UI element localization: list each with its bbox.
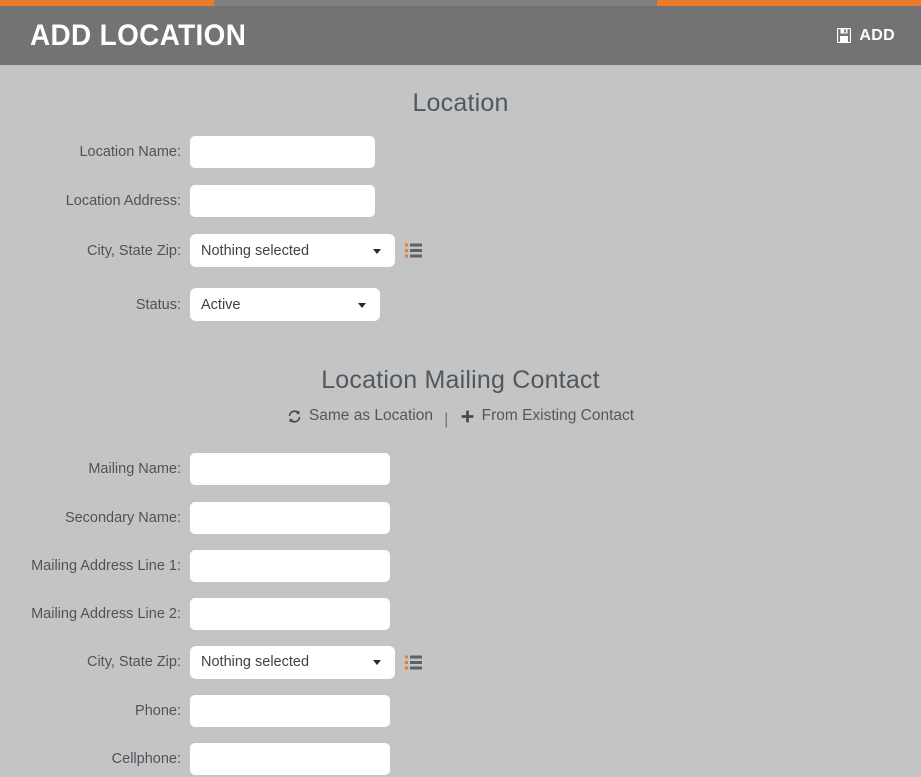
from-existing-contact-button[interactable]: From Existing Contact <box>460 407 634 425</box>
actions-separator: | <box>444 410 449 428</box>
location-status-label: Status: <box>135 296 181 313</box>
location-name-input[interactable] <box>190 136 375 168</box>
location-status-dropdown[interactable]: Active <box>190 288 380 321</box>
add-button[interactable]: ADD <box>837 27 895 45</box>
location-city-state-zip-dropdown[interactable]: Nothing selected <box>190 234 395 267</box>
from-existing-contact-label: From Existing Contact <box>481 407 635 424</box>
section-title-location: Location <box>412 89 509 117</box>
mailing-city-state-zip-dropdown[interactable]: Nothing selected <box>190 645 395 679</box>
form-content: Location Location Name: Location Address… <box>0 65 921 775</box>
location-form: Location Name: Location Address: City, S… <box>0 136 921 321</box>
mailing-zip-list-icon[interactable] <box>405 654 423 671</box>
page-header: ADD LOCATION ADD <box>0 6 921 65</box>
same-as-location-label: Same as Location <box>308 407 433 424</box>
field-row-mailing-address-line-1: Mailing Address Line 1: <box>0 549 921 582</box>
section-title-mailing-contact: Location Mailing Contact <box>321 366 600 394</box>
plus-icon <box>460 409 475 424</box>
mailing-address-line-1-label: Mailing Address Line 1: <box>31 557 181 574</box>
cellphone-input[interactable] <box>190 742 390 775</box>
field-row-location-city-state-zip: City, State Zip: Nothing selected <box>0 234 921 267</box>
cellphone-label: Cellphone: <box>111 750 181 767</box>
location-address-input[interactable] <box>190 185 375 217</box>
add-button-label: ADD <box>859 26 895 44</box>
secondary-name-input[interactable] <box>190 501 390 534</box>
same-as-location-button[interactable]: Same as Location <box>287 407 433 425</box>
phone-label: Phone: <box>135 702 181 719</box>
mailing-address-line-2-label: Mailing Address Line 2: <box>31 605 181 622</box>
progress-segment-right <box>657 0 921 6</box>
sync-icon <box>287 409 302 424</box>
location-address-label: Location Address: <box>65 193 181 209</box>
mailing-name-input[interactable] <box>190 452 390 485</box>
mailing-contact-form: Mailing Name: Secondary Name: Mailing Ad… <box>0 452 921 775</box>
chevron-down-icon <box>358 302 366 308</box>
location-city-state-zip-label: City, State Zip: <box>86 242 181 259</box>
save-floppy-icon <box>837 28 852 43</box>
field-row-location-address: Location Address: <box>0 185 921 217</box>
location-city-state-zip-value: Nothing selected <box>201 242 310 259</box>
field-row-location-status: Status: Active <box>0 288 921 321</box>
field-row-location-name: Location Name: <box>0 136 921 168</box>
field-row-phone: Phone: <box>0 694 921 727</box>
location-zip-list-icon[interactable] <box>405 242 423 259</box>
mailing-contact-actions: Same as Location | From Existing Contact <box>0 407 921 429</box>
mailing-city-state-zip-value: Nothing selected <box>201 654 310 670</box>
location-status-value: Active <box>201 296 241 313</box>
top-progress-strip <box>0 0 921 6</box>
field-row-mailing-city-state-zip: City, State Zip: Nothing selected <box>0 645 921 679</box>
field-row-mailing-name: Mailing Name: <box>0 452 921 485</box>
chevron-down-icon <box>373 248 381 254</box>
chevron-down-icon <box>373 660 381 665</box>
mailing-address-line-2-input[interactable] <box>190 597 390 630</box>
mailing-name-label: Mailing Name: <box>88 460 181 477</box>
location-name-label: Location Name: <box>79 144 181 160</box>
field-row-mailing-address-line-2: Mailing Address Line 2: <box>0 597 921 630</box>
progress-segment-left <box>0 0 214 6</box>
mailing-city-state-zip-label: City, State Zip: <box>86 654 181 670</box>
field-row-cellphone: Cellphone: <box>0 742 921 775</box>
phone-input[interactable] <box>190 694 390 727</box>
secondary-name-label: Secondary Name: <box>64 509 181 526</box>
field-row-secondary-name: Secondary Name: <box>0 501 921 534</box>
page-title: ADD LOCATION <box>30 18 247 52</box>
mailing-address-line-1-input[interactable] <box>190 549 390 582</box>
